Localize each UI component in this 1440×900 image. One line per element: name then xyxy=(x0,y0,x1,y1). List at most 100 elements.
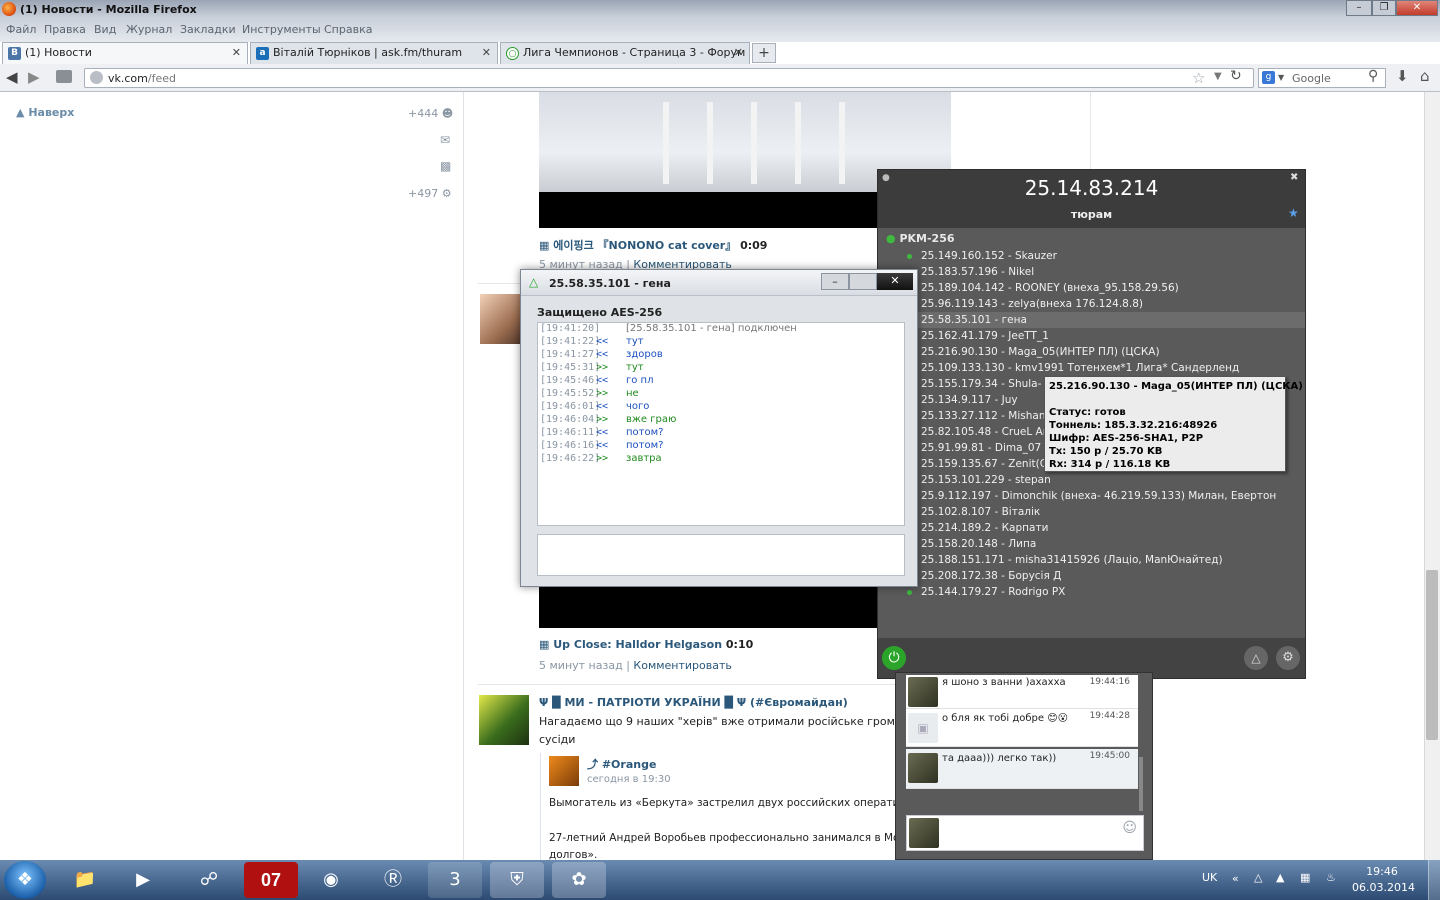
three-taskbar-icon[interactable]: 3 xyxy=(428,862,482,898)
menu-help[interactable]: Справка xyxy=(324,23,372,36)
peer-row[interactable]: 25.9.112.197 - Dimonchik (внеха- 46.219.… xyxy=(878,488,1305,504)
url-bar[interactable] xyxy=(84,68,1254,88)
tray-expand-icon[interactable]: « xyxy=(1232,872,1239,885)
peer-row[interactable]: 25.208.172.38 - Борусія Д xyxy=(878,568,1305,584)
message-time: 19:44:16 xyxy=(1089,677,1130,687)
media-player-taskbar-icon[interactable]: ▶ xyxy=(116,862,170,898)
friends-counter[interactable]: +444 ☻ xyxy=(408,107,453,120)
start-button[interactable]: ❖ xyxy=(4,861,46,899)
video-2-comment-link[interactable]: Комментировать xyxy=(633,659,731,672)
mini-chat-input[interactable]: ☺ xyxy=(906,815,1144,851)
new-tab-button[interactable]: + xyxy=(752,43,776,63)
peer-row[interactable]: 25.162.41.179 - JeeTT_1 xyxy=(878,328,1305,344)
close-tab-icon[interactable]: ✕ xyxy=(734,43,743,63)
hamachi-taskbar-icon[interactable]: ✿ xyxy=(552,862,606,898)
engine-dropdown-icon[interactable]: ▼ xyxy=(1278,73,1284,82)
show-desktop-button[interactable] xyxy=(1428,860,1440,900)
page-scrollbar[interactable] xyxy=(1424,92,1440,860)
repost-author-link[interactable]: ⤴ #Orange xyxy=(587,756,656,772)
menu-edit[interactable]: Правка xyxy=(44,23,86,36)
peer-row[interactable]: 25.188.151.171 - misha31415926 (Лацio, M… xyxy=(878,552,1305,568)
peer-row[interactable]: 25.102.8.107 - Віталік xyxy=(878,504,1305,520)
message-text: тут xyxy=(626,362,644,373)
back-icon[interactable]: ◀ xyxy=(6,68,18,86)
app-07-taskbar-icon[interactable]: 07 xyxy=(244,862,298,898)
peer-row[interactable]: 25.96.119.143 - zelya(внеха 176.124.8.8) xyxy=(878,296,1305,312)
clock[interactable]: 19:46 06.03.2014 xyxy=(1352,864,1415,896)
repost-avatar[interactable] xyxy=(549,756,579,786)
chat-log[interactable]: [19:41:20] [25.58.35.101 - гена] подключе… xyxy=(537,322,905,526)
firefox-taskbar-icon[interactable]: ◉ xyxy=(304,862,358,898)
peer-row[interactable]: 25.153.101.229 - stepan xyxy=(878,472,1305,488)
emoji-icon[interactable]: ☺ xyxy=(1122,820,1137,836)
network-taskbar-icon[interactable]: ☍ xyxy=(182,862,236,898)
signal-tray-icon[interactable]: ▦ xyxy=(1300,871,1310,884)
close-tab-icon[interactable]: ✕ xyxy=(232,43,241,63)
comment-icon[interactable]: ▩ xyxy=(440,159,451,173)
chat-minimize-button[interactable]: – xyxy=(821,273,849,290)
vpn-ip[interactable]: 25.14.83.214 xyxy=(878,176,1305,200)
hamachi-tray-icon[interactable]: △ xyxy=(1254,871,1262,884)
peer-row[interactable]: 25.144.179.27 - Rodrigo PX xyxy=(878,584,1305,600)
minimize-button[interactable]: – xyxy=(1346,0,1372,16)
peer-row[interactable]: 25.214.189.2 - Карпати xyxy=(878,520,1305,536)
group-avatar[interactable] xyxy=(479,695,529,745)
peer-row[interactable]: 25.189.104.142 - ROONEY (внеха_95.158.29… xyxy=(878,280,1305,296)
peer-row[interactable]: 25.183.57.196 - Nikel xyxy=(878,264,1305,280)
mail-icon[interactable]: ✉ xyxy=(440,133,450,147)
settings-gear-icon[interactable]: ⚙ xyxy=(1276,646,1300,670)
notifications-counter[interactable]: +497 ⚙ xyxy=(408,187,452,200)
video-2-title[interactable]: ▦ Up Close: Halldor Helgason 0:10 xyxy=(539,638,753,651)
chat-maximize-button[interactable] xyxy=(849,273,877,290)
power-button[interactable]: ⏻ xyxy=(882,646,906,670)
peer-row[interactable]: 25.216.90.130 - Maga_05(ИНТЕР ПЛ) (ЦСКА) xyxy=(878,344,1305,360)
panorama-icon[interactable] xyxy=(56,70,72,83)
skype-taskbar-icon[interactable]: Ⓡ xyxy=(366,862,420,898)
forward-icon[interactable]: ▶ xyxy=(28,68,40,86)
home-icon[interactable]: ⌂ xyxy=(1420,67,1430,85)
message-time: [19:46:22] xyxy=(540,453,601,464)
menu-history[interactable]: Журнал xyxy=(126,23,172,36)
peer-row[interactable]: 25.109.133.130 - kmv1991 Тотенхем*1 Лига… xyxy=(878,360,1305,376)
url-dropdown-icon[interactable]: ▼ xyxy=(1214,71,1222,82)
video-1-title[interactable]: ▦ 에이핑크 『NONONO cat cover』 0:09 xyxy=(539,237,767,253)
bookmark-star-icon[interactable]: ☆ xyxy=(1192,69,1205,87)
site-identity-icon[interactable] xyxy=(90,71,103,84)
shield-taskbar-icon[interactable]: ⛨ xyxy=(490,862,544,898)
reload-icon[interactable]: ↻ xyxy=(1230,68,1242,84)
tab-askfm[interactable]: a Віталій Тюрніков | ask.fm/thuram ✕ xyxy=(250,42,498,64)
tab-forum[interactable]: ○ Лига Чемпионов - Страница 3 - Форум ✕ xyxy=(500,42,750,64)
menu-tools[interactable]: Инструменты xyxy=(242,23,321,36)
message-direction: << xyxy=(596,440,609,451)
volume-tray-icon[interactable]: ♨ xyxy=(1326,871,1336,884)
downloads-icon[interactable]: ⬇ xyxy=(1396,67,1409,85)
network-header[interactable]: ● PKM-256 xyxy=(886,232,955,245)
video-1-title-text: 에이핑크 『NONONO cat cover』 xyxy=(553,239,737,252)
google-engine-icon[interactable]: g xyxy=(1262,71,1275,84)
usb-tray-icon[interactable]: ▲ xyxy=(1276,871,1284,884)
scrollbar-thumb[interactable] xyxy=(1426,570,1438,740)
group-name-link[interactable]: Ψ █ МИ - ПАТРІОТИ УКРАЇНИ █ Ψ (#Євромайд… xyxy=(539,696,848,709)
chat-close-button[interactable]: ✕ xyxy=(877,273,913,290)
chat-input[interactable] xyxy=(537,534,905,576)
close-tab-icon[interactable]: ✕ xyxy=(482,43,491,63)
message-time: 19:45:00 xyxy=(1089,751,1130,761)
back-to-top-link[interactable]: ▲ Наверх xyxy=(16,106,74,119)
menu-view[interactable]: Вид xyxy=(94,23,116,36)
search-icon[interactable]: ⚲ xyxy=(1368,68,1378,84)
peer-row[interactable]: 25.58.35.101 - гена xyxy=(878,312,1305,328)
close-window-button[interactable]: ✕ xyxy=(1396,0,1438,16)
explorer-taskbar-icon[interactable]: 📁 xyxy=(58,862,112,898)
video-thumbnail-2[interactable] xyxy=(539,582,877,628)
menu-bookmarks[interactable]: Закладки xyxy=(180,23,236,36)
maximize-button[interactable]: ❐ xyxy=(1372,0,1396,16)
peer-row[interactable]: 25.149.160.152 - Skauzer xyxy=(878,248,1305,264)
menu-file[interactable]: Файл xyxy=(6,23,36,36)
mini-chat-scrollbar[interactable] xyxy=(1139,757,1143,811)
network-star-icon[interactable]: ★ xyxy=(1288,206,1299,220)
network-menu-button[interactable]: △ xyxy=(1244,646,1268,670)
message-text: о бля як тобі добре 😊😮 xyxy=(942,713,1069,724)
tab-news[interactable]: В (1) Новости ✕ xyxy=(2,42,248,64)
language-indicator[interactable]: UK xyxy=(1202,871,1217,884)
peer-row[interactable]: 25.158.20.148 - Липа xyxy=(878,536,1305,552)
